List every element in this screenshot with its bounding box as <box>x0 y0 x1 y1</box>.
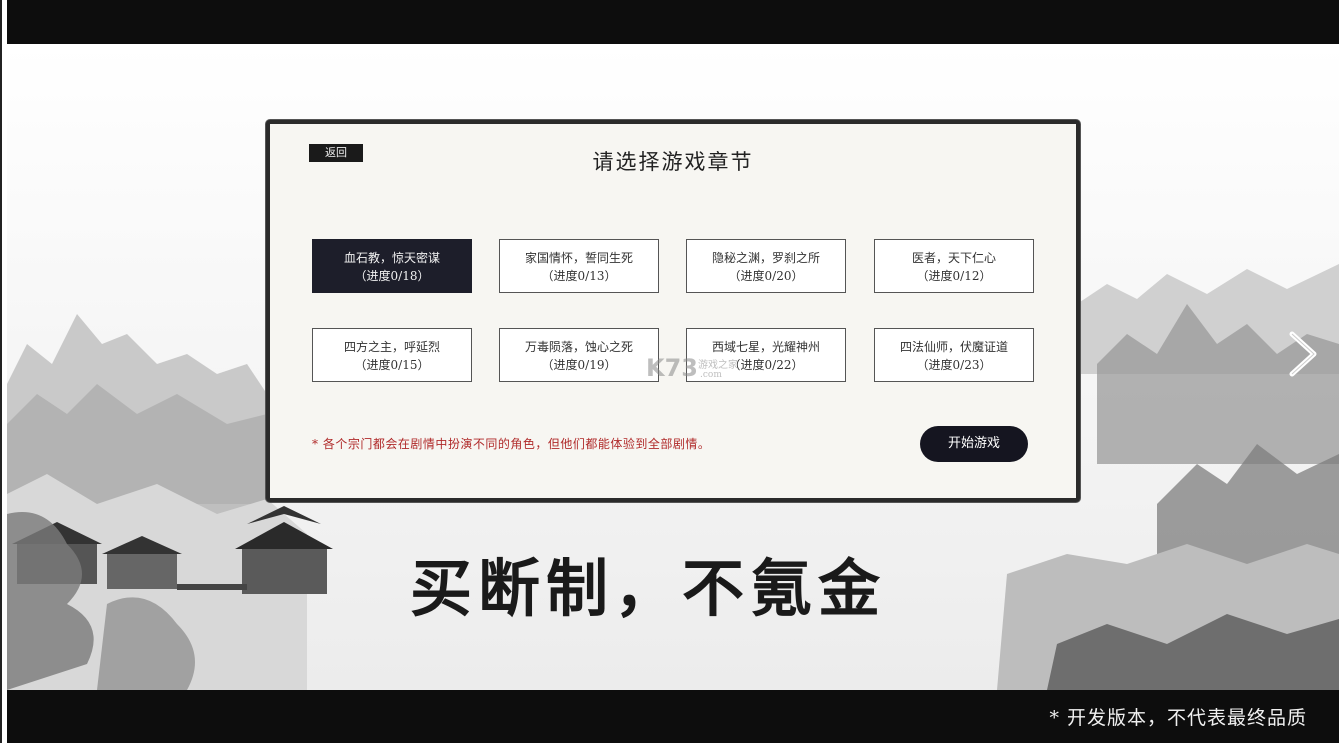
chapter-title: 血石教，惊天密谋 <box>343 251 440 265</box>
chapter-title: 隐秘之渊，罗刹之所 <box>711 251 820 265</box>
chapter-select-dialog: 返回 请选择游戏章节 血石教，惊天密谋 （进度0/18） 家国情怀，誓同生死 （… <box>266 120 1080 502</box>
chapter-progress: （进度0/15） <box>354 358 430 372</box>
chapter-card-1[interactable]: 血石教，惊天密谋 （进度0/18） <box>312 239 472 293</box>
top-bar <box>7 0 1339 44</box>
chapter-progress: （进度0/23） <box>916 358 992 372</box>
watermark-subtitle: 游戏之家 <box>698 360 738 371</box>
chapter-card-8[interactable]: 四法仙师，伏魔证道 （进度0/23） <box>874 328 1034 382</box>
watermark-text: K73 <box>646 354 698 382</box>
chapter-title: 医者，天下仁心 <box>911 251 996 265</box>
chapter-card-3[interactable]: 隐秘之渊，罗刹之所 （进度0/20） <box>686 239 846 293</box>
chapter-progress: （进度0/12） <box>916 269 992 283</box>
footer-note: * 开发版本，不代表最终品质 <box>1049 707 1307 729</box>
slogan: 买断制，不氪金 <box>410 552 887 625</box>
chevron-right-icon[interactable] <box>1282 330 1322 378</box>
watermark-url: .com <box>700 370 722 380</box>
sect-note: * 各个宗门都会在剧情中扮演不同的角色，但他们都能体验到全部剧情。 <box>312 437 711 451</box>
start-game-button[interactable]: 开始游戏 <box>920 426 1028 462</box>
chapter-card-4[interactable]: 医者，天下仁心 （进度0/12） <box>874 239 1034 293</box>
chapter-progress: （进度0/13） <box>541 269 617 283</box>
left-edge <box>0 0 2 743</box>
chapter-title: 四方之主，呼延烈 <box>343 340 440 354</box>
chapter-title: 四法仙师，伏魔证道 <box>899 340 1008 354</box>
chapter-title: 家国情怀，誓同生死 <box>524 251 633 265</box>
chapter-card-2[interactable]: 家国情怀，誓同生死 （进度0/13） <box>499 239 659 293</box>
watermark-logo: K73 游戏之家 .com <box>606 352 746 392</box>
chapter-progress: （进度0/18） <box>354 269 430 283</box>
dialog-title: 请选择游戏章节 <box>592 150 754 174</box>
chapter-card-5[interactable]: 四方之主，呼延烈 （进度0/15） <box>312 328 472 382</box>
chapter-progress: （进度0/20） <box>728 269 804 283</box>
